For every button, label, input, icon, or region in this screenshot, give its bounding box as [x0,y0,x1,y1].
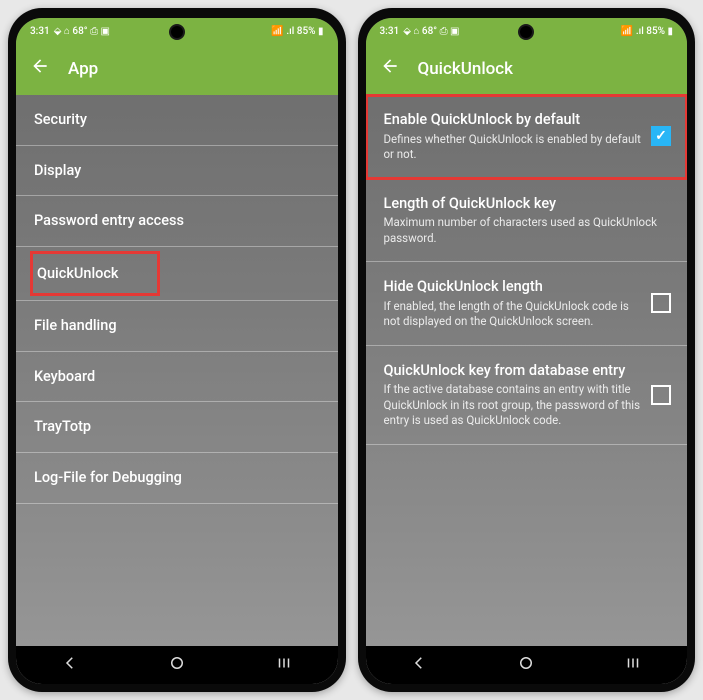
phone-left: 3:31 ⬙ ⌂ 68° ⎙ ▣ 📶 .ıl 85% ▮ App Securit… [8,8,346,692]
status-right: 📶 .ıl 85% ▮ [621,26,673,37]
nav-home-icon[interactable] [168,654,186,676]
row-label: Display [34,161,322,181]
row-label: QuickUnlock [37,264,119,284]
row-label: Password entry access [34,211,322,231]
list-item-quickunlock[interactable]: QuickUnlock [16,247,338,302]
screen-left: 3:31 ⬙ ⌂ 68° ⎙ ▣ 📶 .ıl 85% ▮ App Securit… [16,18,338,684]
row-sub: Maximum number of characters used as Qui… [384,215,672,246]
row-label: Hide QuickUnlock length [384,277,642,297]
list-item-keyboard[interactable]: Keyboard [16,352,338,403]
row-enable-quickunlock[interactable]: Enable QuickUnlock by default Defines wh… [366,95,688,179]
page-title: App [68,59,98,79]
back-icon[interactable] [30,56,50,81]
page-title: QuickUnlock [418,59,514,79]
status-indicators: ⬙ ⌂ 68° ⎙ ▣ [403,26,459,37]
row-sub: If the active database contains an entry… [384,382,642,429]
row-label: Keyboard [34,367,322,387]
settings-list: Security Display Password entry access Q… [16,95,338,646]
row-key-from-db[interactable]: QuickUnlock key from database entry If t… [366,346,688,445]
row-label: Enable QuickUnlock by default [384,110,642,130]
list-item-logfile[interactable]: Log-File for Debugging [16,453,338,504]
app-bar: QuickUnlock [366,44,688,95]
status-time: 3:31 [30,26,50,37]
checkbox[interactable] [651,385,671,405]
checkbox[interactable] [651,293,671,313]
settings-list: Enable QuickUnlock by default Defines wh… [366,95,688,646]
list-item-display[interactable]: Display [16,146,338,197]
status-bar: 3:31 ⬙ ⌂ 68° ⎙ ▣ 📶 .ıl 85% ▮ [16,18,338,44]
status-time: 3:31 [380,26,400,37]
row-sub: If enabled, the length of the QuickUnloc… [384,299,642,330]
phone-right: 3:31 ⬙ ⌂ 68° ⎙ ▣ 📶 .ıl 85% ▮ QuickUnlock… [358,8,696,692]
screen-right: 3:31 ⬙ ⌂ 68° ⎙ ▣ 📶 .ıl 85% ▮ QuickUnlock… [366,18,688,684]
list-item-password-entry[interactable]: Password entry access [16,196,338,247]
nav-back-icon[interactable] [61,654,79,676]
row-length-key[interactable]: Length of QuickUnlock key Maximum number… [366,179,688,263]
status-indicators: ⬙ ⌂ 68° ⎙ ▣ [54,26,110,37]
row-sub: Defines whether QuickUnlock is enabled b… [384,132,642,163]
nav-bar [16,646,338,684]
row-label: TrayTotp [34,417,322,437]
status-bar: 3:31 ⬙ ⌂ 68° ⎙ ▣ 📶 .ıl 85% ▮ [366,18,688,44]
checkbox[interactable] [651,126,671,146]
row-label: File handling [34,316,322,336]
highlight-box: QuickUnlock [30,251,160,297]
back-icon[interactable] [380,56,400,81]
nav-recents-icon[interactable] [275,654,293,676]
app-bar: App [16,44,338,95]
status-right: 📶 .ıl 85% ▮ [271,26,323,37]
list-item-traytotp[interactable]: TrayTotp [16,402,338,453]
nav-home-icon[interactable] [517,654,535,676]
nav-back-icon[interactable] [410,654,428,676]
row-label: Security [34,110,322,130]
nav-bar [366,646,688,684]
row-label: Log-File for Debugging [34,468,322,488]
list-item-file-handling[interactable]: File handling [16,301,338,352]
row-label: Length of QuickUnlock key [384,194,672,214]
row-label: QuickUnlock key from database entry [384,361,642,381]
list-item-security[interactable]: Security [16,95,338,146]
nav-recents-icon[interactable] [624,654,642,676]
row-hide-length[interactable]: Hide QuickUnlock length If enabled, the … [366,262,688,346]
